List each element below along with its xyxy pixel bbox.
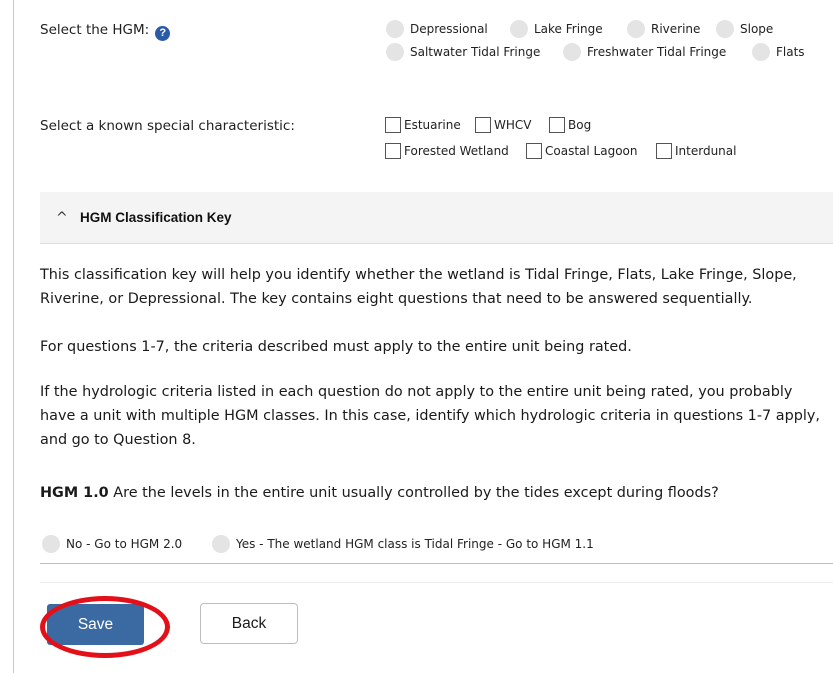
radio-icon[interactable] [212, 535, 230, 553]
back-button[interactable]: Back [200, 603, 298, 644]
hgm-option-depressional[interactable]: Depressional [386, 20, 488, 38]
accordion-header[interactable]: ^ HGM Classification Key [40, 192, 833, 244]
special-label: Select a known special characteristic: [40, 118, 295, 134]
radio-icon[interactable] [563, 43, 581, 61]
checkbox-icon[interactable] [549, 117, 565, 133]
hgm-option-riverine[interactable]: Riverine [627, 20, 700, 38]
hgm-label-row: Select the HGM:? [40, 22, 171, 41]
answer-no[interactable]: No - Go to HGM 2.0 [42, 535, 182, 553]
radio-icon[interactable] [716, 20, 734, 38]
special-option-whcv[interactable]: WHCV [475, 117, 531, 133]
special-option-interdunal[interactable]: Interdunal [656, 143, 736, 159]
hgm-option-slope[interactable]: Slope [716, 20, 773, 38]
criteria-paragraph: For questions 1-7, the criteria describe… [40, 339, 632, 355]
accordion-title: HGM Classification Key [80, 210, 232, 225]
question-hgm-1: HGM 1.0 Are the levels in the entire uni… [40, 481, 830, 505]
hgm-option-saltwater-tidal-fringe[interactable]: Saltwater Tidal Fringe [386, 43, 540, 61]
intro-paragraph: This classification key will help you id… [40, 267, 797, 307]
answer-yes[interactable]: Yes - The wetland HGM class is Tidal Fri… [212, 535, 594, 553]
save-button[interactable]: Save [47, 604, 144, 645]
left-border [13, 0, 14, 673]
radio-icon[interactable] [752, 43, 770, 61]
radio-icon[interactable] [386, 43, 404, 61]
hgm-label: Select the HGM: [40, 22, 150, 38]
panel-divider-light [40, 582, 833, 583]
chevron-up-icon[interactable]: ^ [56, 210, 68, 226]
radio-icon[interactable] [510, 20, 528, 38]
help-icon[interactable]: ? [155, 26, 171, 41]
question-text: Are the levels in the entire unit usuall… [108, 485, 719, 501]
special-option-forested-wetland[interactable]: Forested Wetland [385, 143, 509, 159]
checkbox-icon[interactable] [526, 143, 542, 159]
checkbox-icon[interactable] [385, 143, 401, 159]
hgm-option-flats[interactable]: Flats [752, 43, 805, 61]
multiple-classes-paragraph: If the hydrologic criteria listed in eac… [40, 384, 820, 448]
radio-icon[interactable] [386, 20, 404, 38]
checkbox-icon[interactable] [656, 143, 672, 159]
radio-icon[interactable] [42, 535, 60, 553]
special-option-bog[interactable]: Bog [549, 117, 591, 133]
hgm-option-lake-fringe[interactable]: Lake Fringe [510, 20, 603, 38]
checkbox-icon[interactable] [385, 117, 401, 133]
hgm-option-freshwater-tidal-fringe[interactable]: Freshwater Tidal Fringe [563, 43, 726, 61]
special-option-estuarine[interactable]: Estuarine [385, 117, 461, 133]
radio-icon[interactable] [627, 20, 645, 38]
special-option-coastal-lagoon[interactable]: Coastal Lagoon [526, 143, 637, 159]
question-number: HGM 1.0 [40, 485, 109, 501]
panel-divider [40, 563, 833, 564]
checkbox-icon[interactable] [475, 117, 491, 133]
